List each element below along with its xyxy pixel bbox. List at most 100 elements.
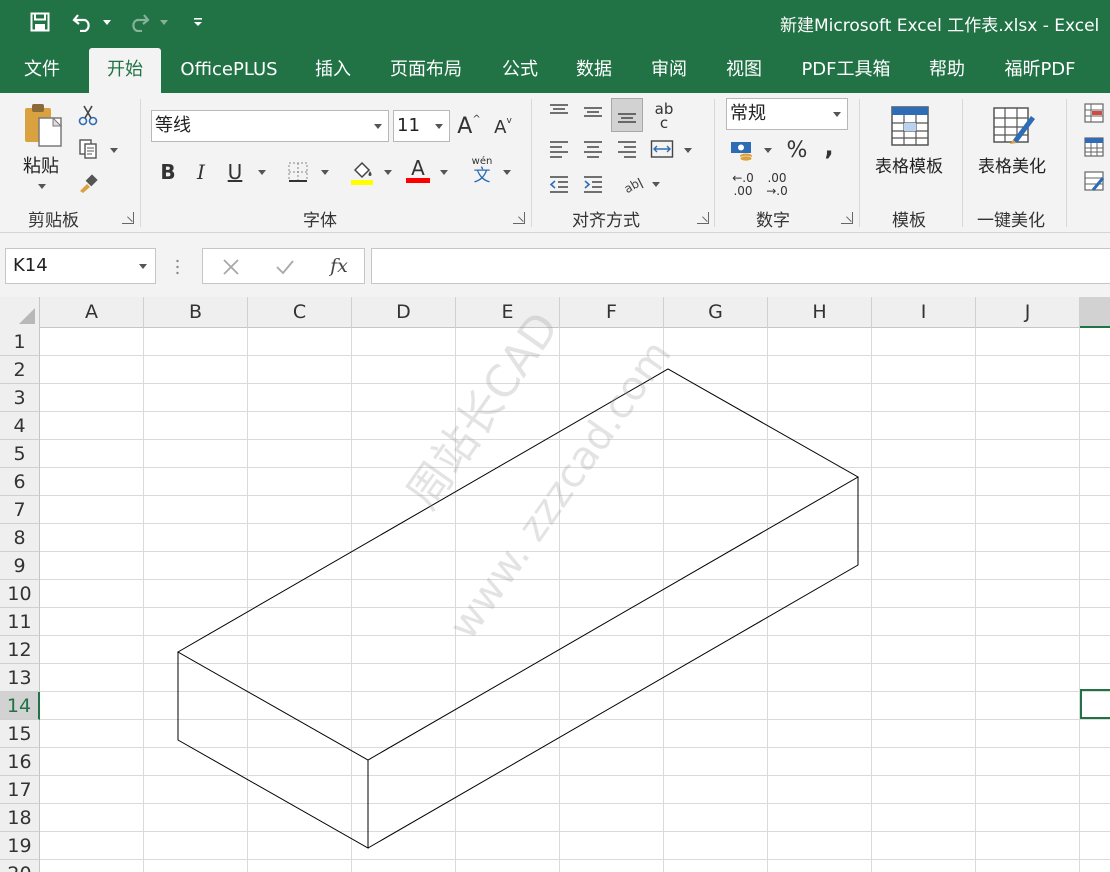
- tab-insert[interactable]: 插入: [302, 46, 364, 93]
- font-name-combo[interactable]: 等线: [151, 110, 389, 142]
- increase-decimal-button[interactable]: ←.0 .00: [728, 171, 758, 199]
- align-middle-icon[interactable]: [581, 101, 605, 123]
- table-beautify-label[interactable]: 表格美化: [978, 152, 1046, 177]
- font-launcher-icon[interactable]: [513, 212, 525, 224]
- orientation-dropdown-icon[interactable]: [652, 182, 660, 187]
- tab-view[interactable]: 视图: [713, 46, 775, 93]
- increase-decimal-bottom: .00: [733, 184, 753, 198]
- tab-review[interactable]: 审阅: [638, 46, 700, 93]
- clipboard-group-label: 剪贴板: [28, 211, 79, 231]
- alignment-group-label: 对齐方式: [572, 211, 640, 231]
- orientation-icon[interactable]: ab: [621, 172, 647, 196]
- underline-button[interactable]: U: [224, 157, 246, 187]
- align-center-icon[interactable]: [581, 137, 605, 161]
- paste-icon[interactable]: [20, 101, 66, 149]
- merge-dropdown-icon[interactable]: [684, 148, 692, 153]
- cancel-icon[interactable]: [219, 255, 243, 279]
- font-size-combo[interactable]: 11: [393, 110, 450, 142]
- align-top-icon[interactable]: [547, 101, 571, 123]
- formula-input[interactable]: [371, 248, 1110, 284]
- tab-page-layout[interactable]: 页面布局: [380, 46, 472, 93]
- alignment-launcher-icon[interactable]: [697, 212, 709, 224]
- percent-button[interactable]: %: [785, 136, 809, 164]
- font-color-dropdown-icon[interactable]: [440, 170, 448, 175]
- increase-indent-icon[interactable]: [581, 172, 605, 196]
- merge-center-icon[interactable]: [649, 137, 675, 161]
- number-launcher-icon[interactable]: [841, 212, 853, 224]
- undo-dropdown-icon[interactable]: [103, 20, 111, 25]
- copy-dropdown-icon[interactable]: [110, 148, 118, 153]
- paste-dropdown-icon[interactable]: [38, 184, 46, 189]
- borders-dropdown-icon[interactable]: [321, 170, 329, 175]
- title-bar: 新建Microsoft Excel 工作表.xlsx - Excel: [0, 0, 1110, 46]
- increase-caret-icon: ^: [472, 113, 481, 125]
- number-format-combo[interactable]: 常规: [726, 98, 848, 130]
- beautify-group-label: 一键美化: [977, 211, 1045, 231]
- font-color-button[interactable]: A: [405, 155, 431, 187]
- tab-officeplus[interactable]: OfficePLUS: [172, 46, 286, 93]
- copy-icon[interactable]: [76, 137, 100, 161]
- paste-label[interactable]: 粘贴: [23, 152, 59, 178]
- box-front-face[interactable]: [177, 652, 369, 849]
- undo-icon[interactable]: [70, 9, 96, 35]
- table-template-icon[interactable]: [887, 103, 933, 149]
- fill-color-dropdown-icon[interactable]: [384, 170, 392, 175]
- format-as-table-icon[interactable]: [1082, 135, 1106, 159]
- underline-dropdown-icon[interactable]: [258, 170, 266, 175]
- tab-file[interactable]: 文件: [10, 46, 74, 93]
- customize-quick-access-icon[interactable]: [190, 9, 206, 35]
- table-beautify-icon[interactable]: [990, 103, 1038, 149]
- worksheet-grid[interactable]: A B C D E F G H I J 1 2 3 4 5 6 7 8 9 10 11 12 13 14 1…: [0, 297, 1110, 872]
- isometric-box-drawing[interactable]: [176, 368, 860, 849]
- shrink-font-button[interactable]: Av: [491, 113, 515, 141]
- cell-styles-icon[interactable]: [1082, 169, 1106, 193]
- align-bottom-icon[interactable]: [611, 98, 643, 132]
- grow-font-button[interactable]: A ^: [456, 111, 482, 141]
- formula-bar-grip-icon[interactable]: [176, 259, 179, 275]
- fill-color-icon[interactable]: [348, 157, 376, 187]
- clipboard-launcher-icon[interactable]: [122, 212, 134, 224]
- grow-font-glyph: A: [457, 113, 473, 139]
- align-left-icon[interactable]: [547, 137, 571, 161]
- wrap-text-bottom: c: [659, 114, 669, 132]
- scissors-icon[interactable]: [76, 103, 100, 127]
- tab-formulas[interactable]: 公式: [489, 46, 551, 93]
- decrease-caret-icon: v: [506, 116, 512, 126]
- save-icon[interactable]: [28, 9, 52, 35]
- comma-button[interactable]: ,: [819, 133, 839, 161]
- insert-function-button[interactable]: fx: [325, 252, 353, 280]
- font-color-glyph: A: [411, 156, 425, 180]
- accounting-format-icon[interactable]: [728, 137, 756, 163]
- formula-bar: K14 fx: [0, 233, 1110, 297]
- box-side-face[interactable]: [367, 477, 859, 849]
- redo-icon[interactable]: [126, 9, 152, 35]
- tab-pdf-toolbox[interactable]: PDF工具箱: [790, 46, 902, 93]
- tab-foxit-pdf[interactable]: 福昕PDF: [994, 46, 1086, 93]
- name-box[interactable]: K14: [5, 248, 156, 284]
- decrease-indent-icon[interactable]: [547, 172, 571, 196]
- tab-help[interactable]: 帮助: [916, 46, 978, 93]
- redo-dropdown-icon[interactable]: [160, 20, 168, 25]
- number-group-label: 数字: [756, 211, 790, 231]
- number-format-value: 常规: [730, 103, 766, 124]
- accounting-dropdown-icon[interactable]: [764, 148, 772, 153]
- font-group-label: 字体: [303, 211, 337, 231]
- align-right-icon[interactable]: [615, 137, 639, 161]
- table-template-label[interactable]: 表格模板: [875, 152, 943, 177]
- wrap-text-button[interactable]: ab c: [650, 99, 678, 133]
- bold-button[interactable]: B: [156, 157, 180, 187]
- tab-home[interactable]: 开始: [89, 48, 161, 93]
- borders-icon[interactable]: [286, 160, 310, 184]
- italic-button[interactable]: I: [190, 157, 212, 187]
- format-painter-icon[interactable]: [76, 171, 100, 195]
- chevron-down-icon: [435, 124, 443, 129]
- tab-data[interactable]: 数据: [563, 46, 625, 93]
- group-separator: [859, 99, 860, 227]
- drawing-layer: 周站长CAD www. zzzcad.com: [176, 303, 860, 849]
- check-icon[interactable]: [273, 255, 297, 279]
- conditional-format-icon[interactable]: [1082, 101, 1106, 125]
- group-separator: [140, 99, 141, 227]
- phonetic-dropdown-icon[interactable]: [503, 170, 511, 175]
- phonetic-button[interactable]: wén 文: [468, 155, 496, 187]
- decrease-decimal-button[interactable]: .00 →.0: [762, 171, 792, 199]
